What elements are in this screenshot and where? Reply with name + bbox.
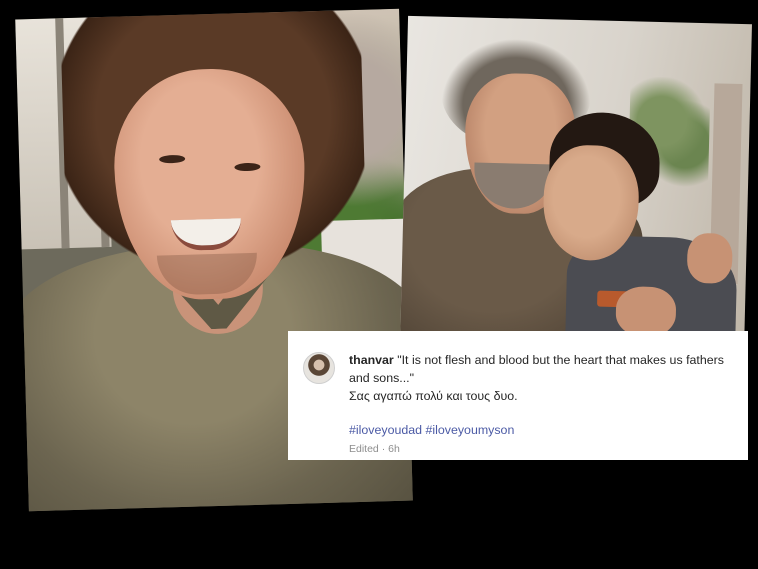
hugging-hand (686, 232, 733, 284)
comment-meta: Edited · 6h (349, 443, 730, 455)
hashtag-link[interactable]: #iloveyoudad (349, 423, 422, 437)
hugging-hand (615, 286, 677, 338)
father-son-hug-photo (400, 15, 752, 355)
edited-label: Edited (349, 443, 379, 455)
comment-body: thanvar "It is not flesh and blood but t… (349, 351, 730, 405)
username[interactable]: thanvar (349, 353, 394, 367)
comment-greek-line: Σας αγαπώ πολύ και τους δυο. (349, 389, 518, 403)
avatar[interactable] (303, 352, 335, 384)
hashtag-link[interactable]: #iloveyoumyson (425, 423, 514, 437)
timestamp[interactable]: 6h (388, 443, 400, 455)
meta-separator: · (381, 443, 386, 455)
comment-card: thanvar "It is not flesh and blood but t… (288, 331, 748, 460)
comment-quote: "It is not flesh and blood but the heart… (349, 353, 724, 385)
hashtag-list: #iloveyoudad #iloveyoumyson (349, 423, 730, 437)
